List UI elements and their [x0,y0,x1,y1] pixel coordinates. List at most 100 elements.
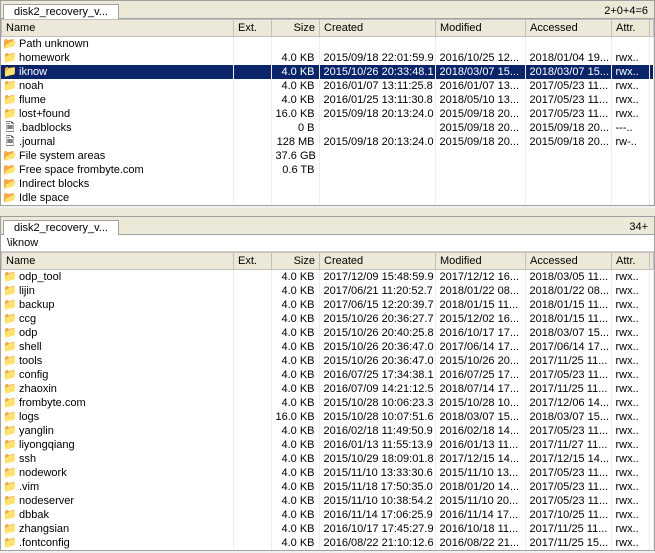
row-modified: 2016/10/25 12... [435,51,525,65]
col-header-ext[interactable]: Ext. [234,253,272,270]
folder-icon: 📁 [3,480,17,494]
folder-icon: 📁 [3,368,17,382]
table-row[interactable]: 📁dbbak4.0 KB2016/11/14 17:06:25.92016/11… [1,508,654,522]
row-modified: 2015/10/26 20... [435,354,525,368]
row-created [319,191,435,205]
row-modified: 2017/12/12 16... [435,270,525,284]
row-created: 2016/07/09 14:21:12.5 [319,382,435,396]
col-header-accessed[interactable]: Accessed [526,253,612,270]
row-created: 2015/10/26 20:40:25.8 [319,326,435,340]
table-row[interactable]: 📁zhaoxin4.0 KB2016/07/09 14:21:12.52018/… [1,382,654,396]
row-ext [233,410,271,424]
table-row[interactable]: 📁backup4.0 KB2017/06/15 12:20:39.72018/0… [1,298,654,312]
col-header-name[interactable]: Name [2,253,234,270]
table-row[interactable]: 🗎.journal128 MB2015/09/18 20:13:24.02015… [1,135,654,149]
row-attr: rwx.. [611,494,649,508]
row-size: 4.0 KB [271,438,319,452]
row-modified: 2016/11/14 17... [435,508,525,522]
row-created: 2015/10/29 18:09:01.8 [319,452,435,466]
table-row[interactable]: 📁iknow4.0 KB2015/10/26 20:33:48.12018/03… [1,65,654,79]
row-ext [233,163,271,177]
bottom-tab[interactable]: disk2_recovery_v... [3,220,119,235]
table-row[interactable]: 📂Path unknown [1,37,654,51]
row-sect: 1,434... [649,396,654,410]
table-row[interactable]: 📁config4.0 KB2016/07/25 17:34:38.12016/0… [1,368,654,382]
col-header-attr[interactable]: Attr. [612,20,650,37]
table-row[interactable]: 📁liyongqiang4.0 KB2016/01/13 11:55:13.92… [1,438,654,452]
col-header-modified[interactable]: Modified [436,253,526,270]
col-header-created[interactable]: Created [320,20,436,37]
table-row[interactable]: 📁.vim4.0 KB2015/11/18 17:50:35.02018/01/… [1,480,654,494]
table-row[interactable]: 📁lost+found16.0 KB2015/09/18 20:13:24.02… [1,107,654,121]
row-accessed [525,163,611,177]
row-ext [233,177,271,191]
col-header-sect[interactable]: 1st sect [650,253,654,270]
row-created: 2015/11/10 13:33:30.6 [319,466,435,480]
table-row[interactable]: 📁flume4.0 KB2016/01/25 13:11:30.82018/05… [1,93,654,107]
row-accessed: 2017/05/23 11... [525,466,611,480]
table-row[interactable]: 📁frombyte.com4.0 KB2015/10/28 10:06:23.3… [1,396,654,410]
col-header-ext[interactable]: Ext. [234,20,272,37]
row-attr: rwx.. [611,508,649,522]
table-row[interactable]: 📂File system areas37.6 GB0 [1,149,654,163]
col-header-sect[interactable]: 1st sect [650,20,654,37]
row-ext [233,298,271,312]
table-row[interactable]: 📂Free space frombyte.com0.6 TB [1,163,654,177]
row-accessed: 2017/05/23 11... [525,480,611,494]
table-row[interactable]: 📁shell4.0 KB2015/10/26 20:36:47.02017/06… [1,340,654,354]
table-row[interactable]: 📁nodeserver4.0 KB2015/11/10 10:38:54.220… [1,494,654,508]
table-row[interactable]: 📁.fontconfig4.0 KB2016/08/22 21:10:12.62… [1,536,654,550]
table-row[interactable]: 📁homework4.0 KB2015/09/18 22:01:59.92016… [1,51,654,65]
folder-icon: 📁 [3,382,17,396]
col-header-created[interactable]: Created [320,253,436,270]
table-row[interactable]: 📁zhangsian4.0 KB2016/10/17 17:45:27.9201… [1,522,654,536]
row-attr: rwx.. [611,410,649,424]
table-row[interactable]: 📁lijin4.0 KB2017/06/21 11:20:52.72018/01… [1,284,654,298]
row-ext [233,93,271,107]
table-row[interactable]: 📁noah4.0 KB2016/01/07 13:11:25.82016/01/… [1,79,654,93]
row-modified [435,177,525,191]
col-header-modified[interactable]: Modified [436,20,526,37]
top-pane: disk2_recovery_v... 2+0+4=6 Name Ext. Si… [0,0,655,206]
row-attr: rwx.. [611,270,649,284]
folder-icon: 📁 [3,270,17,284]
row-ext [233,149,271,163]
table-row[interactable]: 📂Idle space [1,191,654,205]
table-row[interactable]: 🗎.badblocks0 B2015/09/18 20...2015/09/18… [1,121,654,135]
row-accessed [525,149,611,163]
row-accessed: 2018/01/15 11... [525,298,611,312]
top-tab[interactable]: disk2_recovery_v... [3,4,119,19]
bottom-pane: disk2_recovery_v... 34+ \iknow Name Ext.… [0,216,655,551]
col-header-accessed[interactable]: Accessed [526,20,612,37]
row-modified: 2018/01/15 11... [435,298,525,312]
row-accessed: 2017/05/23 11... [525,79,611,93]
row-sect: 139,536 [649,107,654,121]
row-created: 2016/01/25 13:11:30.8 [319,93,435,107]
bottom-scroll[interactable]: 📁odp_tool4.0 KB2017/12/09 15:48:59.92017… [1,270,654,550]
row-name: iknow [19,66,47,78]
table-row[interactable]: 📂Indirect blocks [1,177,654,191]
col-header-size[interactable]: Size [272,253,320,270]
top-scroll[interactable]: 📂Path unknown📁homework4.0 KB2015/09/18 2… [1,37,654,205]
table-row[interactable]: 📁odp4.0 KB2015/10/26 20:40:25.82016/10/1… [1,326,654,340]
row-size: 4.0 KB [271,93,319,107]
col-header-size[interactable]: Size [272,20,320,37]
row-name: ssh [19,453,36,465]
row-ext [233,368,271,382]
table-row[interactable]: 📁nodework4.0 KB2015/11/10 13:33:30.62015… [1,466,654,480]
row-sect: 1,434... [649,466,654,480]
table-row[interactable]: 📁ssh4.0 KB2015/10/29 18:09:01.82017/12/1… [1,452,654,466]
row-modified: 2018/05/10 13... [435,93,525,107]
col-header-attr[interactable]: Attr. [612,253,650,270]
table-row[interactable]: 📁tools4.0 KB2015/10/26 20:36:47.02015/10… [1,354,654,368]
row-accessed: 2017/11/25 11... [525,522,611,536]
row-sect: 0 [649,149,654,163]
table-row[interactable]: 📁logs16.0 KB2015/10/28 10:07:51.62018/03… [1,410,654,424]
row-created: 2016/11/14 17:06:25.9 [319,508,435,522]
row-name: backup [19,299,54,311]
table-row[interactable]: 📁ccg4.0 KB2015/10/26 20:36:27.72015/12/0… [1,312,654,326]
table-row[interactable]: 📁odp_tool4.0 KB2017/12/09 15:48:59.92017… [1,270,654,284]
folder-icon: 📁 [3,354,17,368]
col-header-name[interactable]: Name [2,20,234,37]
table-row[interactable]: 📁yanglin4.0 KB2016/02/18 11:49:50.92016/… [1,424,654,438]
